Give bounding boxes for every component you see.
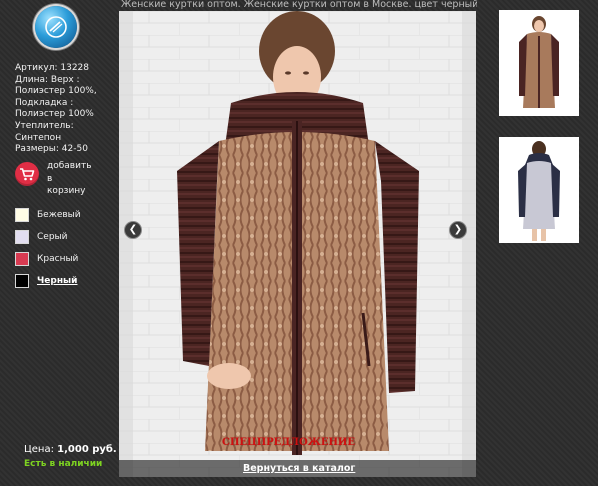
- price-value: 1,000 руб.: [57, 444, 117, 455]
- spec-article: Артикул: 13228: [15, 63, 89, 73]
- thumbnail-front-image: [499, 10, 579, 116]
- color-label-gray[interactable]: Серый: [37, 231, 68, 243]
- color-swatch-beige[interactable]: [15, 208, 29, 222]
- add-to-cart-button[interactable]: добавить в корзину: [15, 160, 115, 198]
- color-label-red[interactable]: Красный: [37, 253, 78, 265]
- chevron-left-icon: ❮: [128, 224, 138, 235]
- color-option-gray[interactable]: Серый: [15, 230, 115, 252]
- spec-insulation-material: Синтепон: [15, 132, 62, 143]
- price: Цена: 1,000 руб.: [24, 444, 117, 455]
- color-option-red[interactable]: Красный: [15, 252, 115, 274]
- main-product-photo[interactable]: [119, 11, 476, 477]
- color-label-beige[interactable]: Бежевый: [37, 209, 81, 221]
- gallery-prev-button[interactable]: ❮: [124, 221, 142, 239]
- color-swatch-gray[interactable]: [15, 230, 29, 244]
- price-label: Цена:: [24, 444, 54, 455]
- chevron-right-icon: ❯: [453, 224, 463, 235]
- spec-insulation: Утеплитель:: [15, 120, 74, 131]
- logo-icon: [45, 16, 67, 38]
- color-label-black[interactable]: Черный: [37, 275, 77, 287]
- thumbnail-front[interactable]: [499, 10, 579, 116]
- jacket-photo-image: [119, 11, 476, 477]
- product-specs: Артикул: 13228 Длина: Верх : Полиэстер 1…: [15, 63, 115, 156]
- spec-lining: Подкладка :: [15, 97, 74, 108]
- special-offer-label: СПЕЦПРЕДЛОЖЕНИЕ: [222, 437, 355, 448]
- gallery-next-button[interactable]: ❯: [449, 221, 467, 239]
- spec-length: Длина: Верх :: [15, 74, 80, 85]
- thumbnail-back-image: [499, 137, 579, 243]
- page-title: Женские куртки оптом. Женские куртки опт…: [121, 0, 477, 10]
- color-swatch-black[interactable]: [15, 274, 29, 288]
- add-to-cart-label[interactable]: добавить в корзину: [47, 160, 107, 198]
- color-option-beige[interactable]: Бежевый: [15, 208, 115, 230]
- cart-icon[interactable]: [15, 162, 39, 186]
- color-option-black[interactable]: Черный: [15, 274, 115, 296]
- spec-outer-material: Полиэстер 100%,: [15, 86, 97, 97]
- site-logo[interactable]: [35, 6, 77, 48]
- back-to-catalog-link[interactable]: Вернуться в каталог: [243, 463, 355, 474]
- spec-sizes: Размеры: 42-50: [15, 144, 88, 155]
- stock-status: Есть в наличии: [24, 459, 103, 469]
- thumbnail-back[interactable]: [499, 137, 579, 243]
- color-swatch-red[interactable]: [15, 252, 29, 266]
- color-options: Бежевый Серый Красный Черный: [15, 208, 115, 296]
- spec-lining-material: Полиэстер 100%: [15, 109, 94, 120]
